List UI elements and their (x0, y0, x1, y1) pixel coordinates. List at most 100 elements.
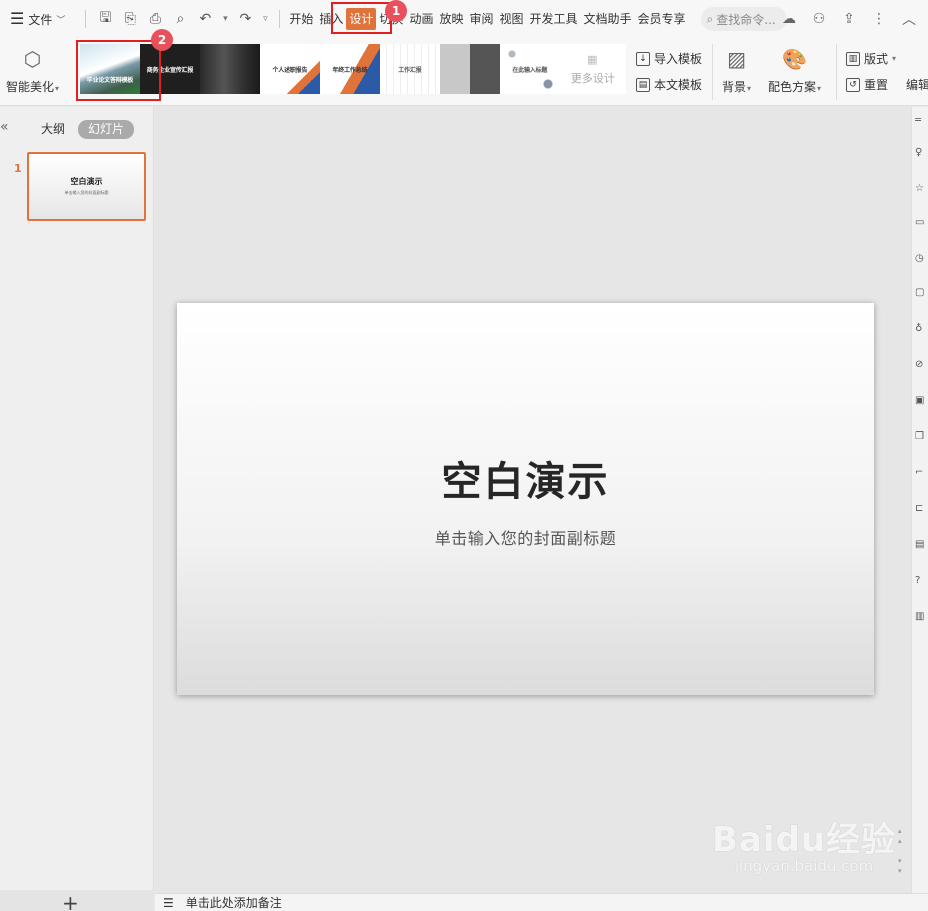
tab-outline[interactable]: 大纲 (41, 120, 65, 137)
tab-developer[interactable]: 开发工具 (527, 8, 581, 30)
copy-icon[interactable]: ❐ (915, 431, 927, 443)
grid-icon: ▦ (587, 52, 599, 66)
layout-button[interactable]: ▥ 版式 ▾ (846, 50, 896, 67)
watermark-logo-text: Baidu经验 (712, 820, 897, 860)
undo-dropdown-icon[interactable]: ▾ (218, 7, 232, 31)
slide-title[interactable]: 空白演示 (442, 449, 610, 507)
template-thumb-dots[interactable]: 在此输入标题 (499, 44, 560, 94)
search-icon: ⌕ (706, 11, 714, 26)
notes-placeholder: 单击此处添加备注 (185, 896, 282, 910)
template-thumb-gray-lines[interactable]: 工作汇报 (379, 44, 440, 94)
help-icon[interactable]: ? (915, 575, 927, 587)
current-slide[interactable]: 空白演示 单击输入您的封面副标题 (177, 303, 874, 695)
undo-icon[interactable]: ↶ (193, 7, 217, 31)
tab-review[interactable]: 审阅 (466, 8, 496, 30)
share-icon[interactable]: ⇪ (836, 6, 862, 32)
save-icon[interactable]: 🖫 (93, 7, 117, 31)
window-icon[interactable]: ▤ (915, 539, 927, 551)
property-icon[interactable]: ♀ (915, 147, 927, 159)
chevron-down-icon: ▾ (817, 84, 822, 93)
bracket-icon[interactable]: ⊏ (915, 503, 927, 515)
right-side-toolbar: ═ ♀ ☆ ▭ ◷ ▢ ♁ ⊘ ▣ ❐ ⌐ ⊏ ▤ ? ▥ (911, 107, 928, 911)
timer-icon[interactable]: ◷ (915, 253, 927, 265)
tab-slides[interactable]: 幻灯片 (78, 120, 135, 139)
this-template-button[interactable]: ▤ 本文模板 (636, 76, 702, 93)
template-thumb-personal-report[interactable]: 个人述职报告 (259, 44, 320, 94)
vertical-scroll-arrows[interactable]: ▴ ▴ ▾ ▾ (898, 826, 906, 876)
document-icon[interactable]: ▥ (915, 611, 927, 623)
more-designs-label: 更多设计 (570, 71, 615, 85)
more-options-icon[interactable]: ⋮ (866, 6, 892, 32)
crop-icon[interactable]: ⌐ (915, 467, 927, 479)
customize-toolbar-icon[interactable]: ▿ (258, 7, 272, 31)
link-icon[interactable]: ⊘ (915, 359, 927, 371)
divider (712, 44, 713, 100)
chevron-down-icon: ▾ (747, 84, 752, 93)
chevron-down-icon: ▾ (892, 54, 897, 63)
file-menu-button[interactable]: ☰ 文件 ﹀ (0, 0, 71, 38)
hamburger-icon: ☰ (10, 9, 25, 28)
tab-home[interactable]: 开始 (286, 8, 316, 30)
layout-label: 版式 (864, 52, 889, 66)
slide-subtitle[interactable]: 单击输入您的封面副标题 (435, 525, 617, 549)
template-thumb-orange-blue[interactable]: 年终工作总结 (319, 44, 380, 94)
shape-icon[interactable]: ▭ (915, 217, 927, 229)
flask-icon[interactable]: ♁ (915, 323, 927, 335)
tab-doc-assistant[interactable]: 文档助手 (581, 8, 635, 30)
background-button[interactable]: ▨ 背景▾ (722, 46, 751, 95)
add-collaborator-icon[interactable]: ⚇ (806, 6, 832, 32)
frame-icon[interactable]: ▢ (915, 287, 927, 299)
tab-animations[interactable]: 动画 (406, 8, 436, 30)
notes-icon: ☰ (163, 895, 174, 910)
tab-slideshow[interactable]: 放映 (436, 8, 466, 30)
design-template-gallery: 毕业论文答辩模板 商务企业宣传汇报 个人述职报告 年终工作总结 工作汇报 在此输… (80, 44, 626, 94)
template-thumb-photo-panel[interactable] (439, 44, 500, 94)
edit-button[interactable]: 编辑 (906, 76, 928, 93)
layout-icon: ▥ (846, 51, 860, 66)
cloud-sync-icon[interactable]: ☁ (776, 6, 802, 32)
more-designs-button[interactable]: ▦ 更多设计 (560, 44, 626, 94)
slide-thumbnail-title: 空白演示 (70, 177, 103, 186)
divider (279, 10, 281, 28)
image-icon[interactable]: ▣ (915, 395, 927, 407)
animation-icon[interactable]: ☆ (915, 183, 927, 195)
watermark-url: jingyan.baidu.com (734, 857, 874, 875)
color-scheme-button[interactable]: 🎨 配色方案▾ (768, 46, 821, 95)
import-template-button[interactable]: ↓ 导入模板 (636, 50, 702, 67)
baidu-watermark: Baidu经验 jingyan.baidu.com (712, 812, 896, 875)
export-pdf-icon[interactable]: ⎘ (118, 7, 142, 31)
palette-icon: 🎨 (782, 47, 807, 71)
highlight-box-design-tab (331, 2, 392, 34)
print-icon[interactable]: ⎙ (143, 7, 167, 31)
redo-icon[interactable]: ↷ (233, 7, 257, 31)
divider (836, 44, 837, 100)
search-command-input[interactable]: ⌕ 查找命令... (700, 7, 787, 31)
quick-access-toolbar: 🖫 ⎘ ⎙ ⌕ ↶ ▾ ↷ ▿ (71, 7, 286, 31)
slide-number: 1 (14, 162, 22, 175)
step-badge-2: 2 (151, 29, 173, 51)
step-badge-1: 1 (385, 0, 407, 22)
divider (85, 10, 87, 28)
tab-view[interactable]: 视图 (496, 8, 526, 30)
collapse-pane-icon[interactable]: « (0, 119, 14, 135)
background-label: 背景 (722, 80, 747, 94)
template-thumb-text: 在此输入标题 (512, 66, 548, 74)
edit-label: 编辑 (906, 78, 928, 92)
panel-icon[interactable]: ═ (915, 115, 927, 127)
print-preview-icon[interactable]: ⌕ (168, 7, 192, 31)
slide-thumbnail[interactable]: 空白演示 单击输入您的封面副标题 (27, 152, 146, 221)
notes-bar[interactable]: ☰ 单击此处添加备注 (155, 893, 928, 911)
tab-member[interactable]: 会员专享 (635, 8, 689, 30)
smart-beautify-label: 智能美化 (6, 80, 55, 94)
top-right-tools: ☁ ⚇ ⇪ ⋮ ︿ (776, 0, 928, 38)
background-icon: ▨ (727, 47, 746, 71)
file-menu-label: 文件 (28, 12, 53, 27)
smart-beautify-button[interactable]: ⬡ 智能美化▾ (6, 46, 59, 95)
add-slide-button[interactable]: + (62, 891, 79, 911)
template-thumb-city-night[interactable] (199, 44, 260, 94)
template-thumb-text: 个人述职报告 (272, 66, 308, 74)
reset-button[interactable]: ↺ 重置 (846, 76, 888, 93)
collapse-ribbon-icon[interactable]: ︿ (896, 6, 922, 32)
template-thumb-text: 工作汇报 (398, 66, 422, 74)
this-template-label: 本文模板 (654, 78, 703, 92)
